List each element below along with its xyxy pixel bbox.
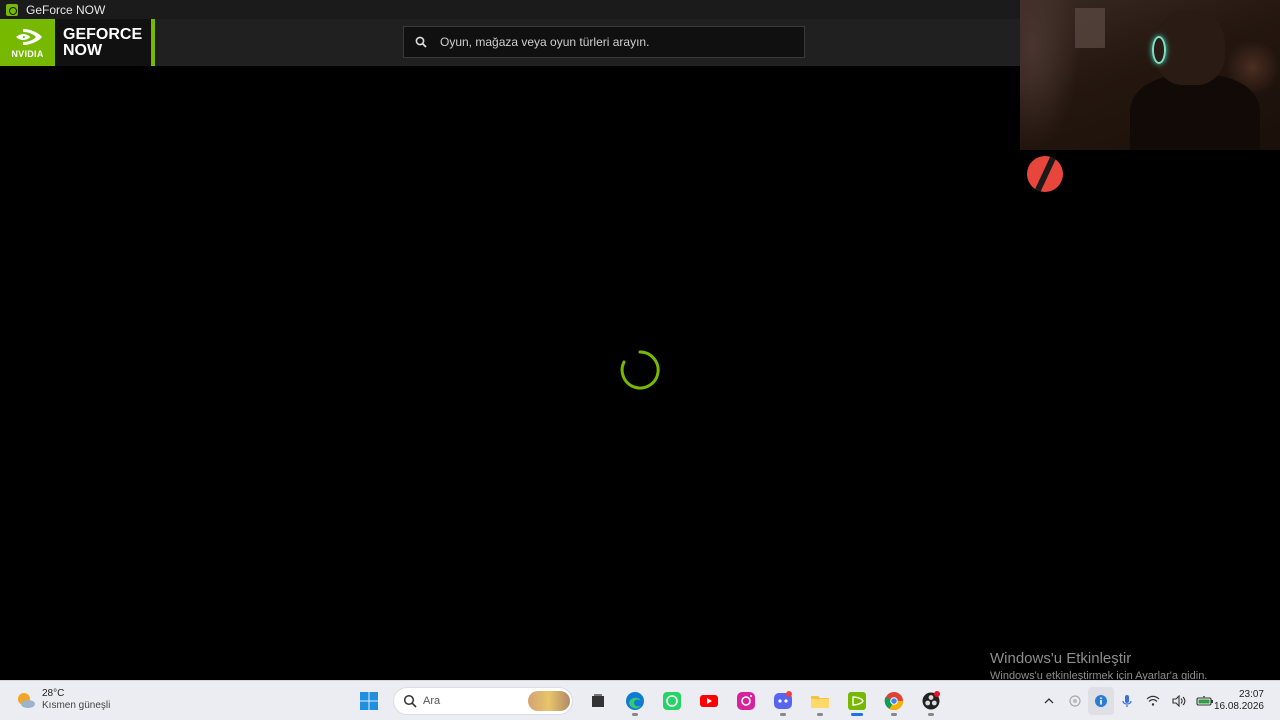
folder-icon [810, 696, 829, 708]
window-title: GeForce NOW [26, 2, 106, 17]
nvidia-eye-icon [15, 28, 42, 45]
tray-volume[interactable] [1166, 687, 1192, 715]
taskbar-discord[interactable] [768, 686, 798, 716]
search-icon [415, 36, 427, 48]
security-icon [1069, 695, 1081, 707]
search-icon [403, 694, 417, 708]
app-header: NVIDIA GEFORCE NOW [0, 19, 1020, 66]
search-input[interactable] [438, 34, 782, 50]
search-highlight-image [528, 691, 570, 711]
clock-time: 23:07 [1238, 689, 1264, 700]
tray-network-status[interactable] [1088, 687, 1114, 715]
headset-light [1152, 36, 1166, 64]
nvidia-icon [847, 692, 866, 710]
instagram-icon [736, 692, 755, 710]
obs-icon [922, 691, 940, 710]
task-view-button[interactable] [583, 686, 613, 716]
tray-wifi[interactable] [1140, 687, 1166, 715]
taskbar-file-explorer[interactable] [805, 686, 835, 716]
partly-sunny-icon [18, 693, 35, 708]
tray-security[interactable] [1062, 687, 1088, 715]
volume-icon [1172, 695, 1186, 707]
taskbar-search-label: Ara [423, 695, 441, 707]
start-button[interactable] [354, 686, 384, 716]
loading-spinner-icon [620, 350, 660, 390]
task-view-icon [591, 694, 604, 707]
microphone-icon [1122, 695, 1132, 707]
discord-icon [773, 691, 792, 709]
chrome-icon [884, 692, 903, 711]
taskbar-search[interactable]: Ara [393, 687, 573, 715]
nvidia-badge: NVIDIA [0, 19, 55, 66]
network-status-icon [1095, 695, 1107, 707]
taskbar-apps: Ara [350, 685, 949, 717]
taskbar-whatsapp[interactable] [657, 686, 687, 716]
weather-condition: Kısmen güneşli [42, 700, 111, 711]
webcam-overlay [1020, 0, 1280, 150]
windows-logo-icon [359, 692, 378, 710]
youtube-icon [699, 695, 718, 707]
brand-line-2: NOW [63, 41, 103, 59]
search-box[interactable] [403, 26, 805, 58]
brand-line-1: GEFORCE [63, 25, 143, 43]
weather-widget[interactable]: 28°C Kısmen güneşli [16, 688, 110, 712]
taskbar-clock[interactable]: 23:07 16.08.2026 [1208, 689, 1264, 713]
edge-icon [625, 692, 644, 710]
wifi-icon [1146, 695, 1160, 706]
taskbar-instagram[interactable] [731, 686, 761, 716]
taskbar-youtube[interactable] [694, 686, 724, 716]
clock-date: 16.08.2026 [1213, 701, 1264, 712]
show-hidden-icons-button[interactable] [1036, 687, 1062, 715]
whatsapp-icon [662, 692, 681, 710]
stream-overlay-logo [1027, 156, 1063, 192]
taskbar-chrome[interactable] [879, 686, 909, 716]
logo-accent-bar [151, 19, 155, 66]
watermark-title: Windows'u Etkinleştir [990, 650, 1132, 667]
geforce-now-logo[interactable]: NVIDIA GEFORCE NOW [0, 19, 155, 66]
window-titlebar[interactable]: GeForce NOW [0, 0, 1020, 19]
taskbar-obs[interactable] [916, 686, 946, 716]
geforce-now-wordmark: GEFORCE NOW [55, 19, 142, 66]
nvidia-wordmark: NVIDIA [11, 48, 44, 59]
activation-watermark: Windows'u Etkinleştir Windows'u etkinleş… [990, 650, 1207, 680]
weather-temp: 28°C [42, 688, 65, 699]
watermark-subtitle: Windows'u etkinleştirmek için Ayarlar'a … [990, 670, 1208, 680]
taskbar: 28°C Kısmen güneşli Ara 23:07 16.08.2026 [0, 680, 1280, 720]
geforce-now-app-icon [6, 3, 18, 16]
system-tray [1036, 687, 1218, 715]
taskbar-geforce-now[interactable] [842, 686, 872, 716]
taskbar-edge[interactable] [620, 686, 650, 716]
tray-microphone[interactable] [1114, 687, 1140, 715]
chevron-up-icon [1044, 698, 1054, 704]
